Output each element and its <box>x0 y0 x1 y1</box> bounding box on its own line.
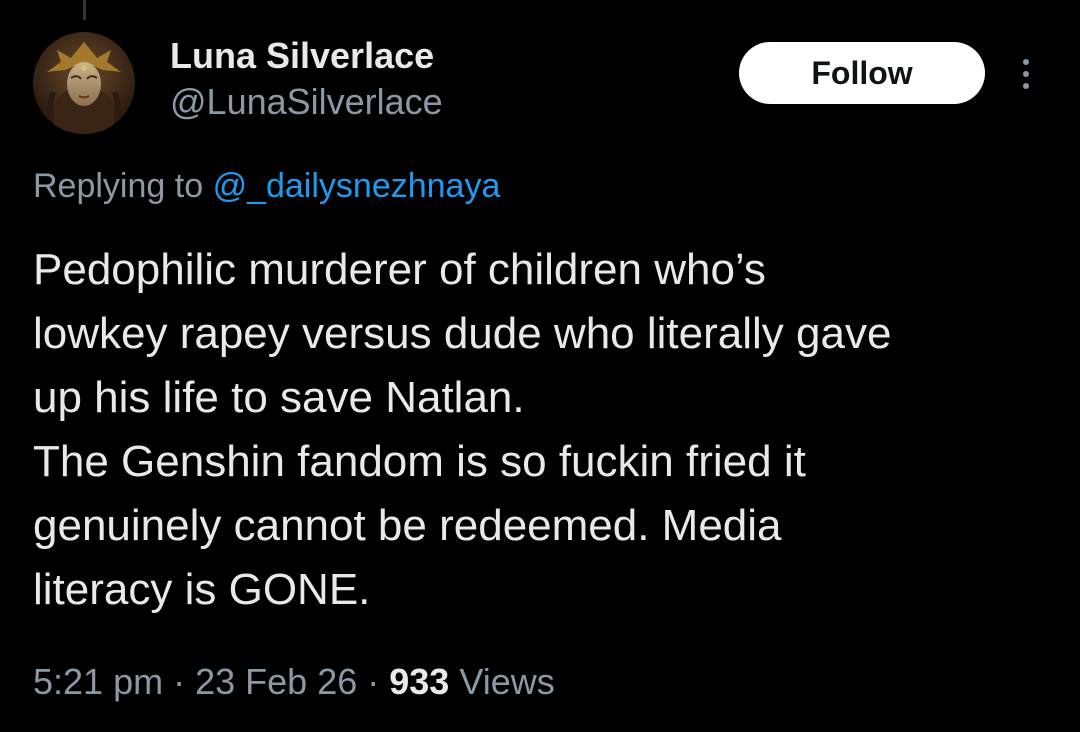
display-name[interactable]: Luna Silverlace <box>170 34 443 78</box>
more-dot <box>1023 59 1029 65</box>
thread-connector-line <box>83 0 86 20</box>
tweet-text-line: literacy is GONE. <box>33 565 371 614</box>
user-handle[interactable]: @LunaSilverlace <box>170 80 443 124</box>
tweet-text-line: The Genshin fandom is so fuckin fried it <box>33 437 806 486</box>
tweet-text: Pedophilic murderer of children who’s lo… <box>33 238 1053 622</box>
views-label: Views <box>459 661 555 702</box>
tweet-card: Luna Silverlace @LunaSilverlace Follow R… <box>0 0 1080 732</box>
follow-button[interactable]: Follow <box>739 42 985 104</box>
replying-to: Replying to @_dailysnezhnaya <box>33 164 500 208</box>
tweet-text-line: genuinely cannot be redeemed. Media <box>33 501 782 550</box>
avatar[interactable] <box>33 32 135 134</box>
more-dot <box>1023 71 1029 77</box>
user-info: Luna Silverlace @LunaSilverlace <box>170 34 443 124</box>
more-dot <box>1023 83 1029 89</box>
reply-mention-link[interactable]: @_dailysnezhnaya <box>213 167 501 205</box>
tweet-text-line: lowkey rapey versus dude who literally g… <box>33 309 892 358</box>
tweet-time[interactable]: 5:21 pm <box>33 661 163 702</box>
meta-separator: · <box>173 661 186 702</box>
tweet-text-line: Pedophilic murderer of children who’s <box>33 245 766 294</box>
more-options-icon[interactable] <box>1008 52 1044 96</box>
tweet-date[interactable]: 23 Feb 26 <box>195 661 357 702</box>
tweet-text-line: up his life to save Natlan. <box>33 373 525 422</box>
tweet-meta: 5:21 pm · 23 Feb 26 · 933 Views <box>33 658 555 706</box>
meta-separator: · <box>367 661 380 702</box>
masked-character-avatar-icon <box>33 32 135 134</box>
views-count[interactable]: 933 <box>389 661 449 702</box>
replying-to-label: Replying to <box>33 167 204 205</box>
